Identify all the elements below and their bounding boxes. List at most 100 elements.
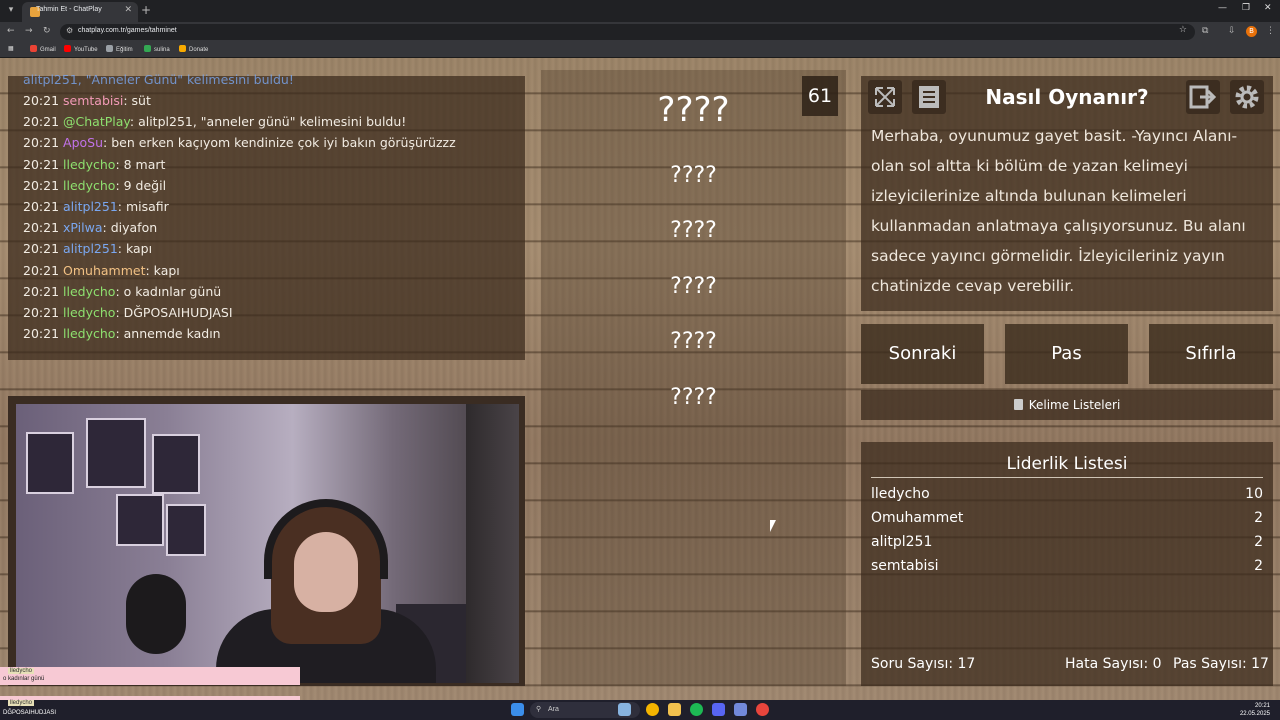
chat-username[interactable]: Omuhammet: [63, 263, 145, 278]
pass-button[interactable]: Pas: [1005, 324, 1128, 384]
address-bar[interactable]: ⚙ chatplay.com.tr/games/tahminet ☆: [60, 24, 1195, 40]
poster-3: [116, 494, 164, 546]
chat-message: 20:21 semtabisi: süt: [23, 93, 151, 108]
game-page: alitpl251, "Anneler Günü" kelimesini bul…: [0, 58, 1280, 700]
pass-count: Pas Sayısı: 17: [1173, 656, 1269, 672]
maximize-icon[interactable]: ❐: [1242, 3, 1250, 13]
bookmark-egitim[interactable]: Eğitim: [106, 45, 133, 53]
chat-time: 20:21: [23, 305, 60, 320]
howto-text: Merhaba, oyunumuz gayet basit. -Yayıncı …: [871, 127, 1246, 295]
minimize-icon[interactable]: —: [1218, 3, 1227, 13]
chat-username[interactable]: lledycho: [63, 157, 115, 172]
extensions-icon[interactable]: ⧉: [1202, 26, 1208, 36]
clock-date: 22.05.2025: [1239, 711, 1270, 717]
chat-text: : annemde kadın: [115, 326, 221, 342]
chat-text: : ben erken kaçıyom kendinize çok iyi ba…: [103, 135, 456, 151]
menu-icon[interactable]: ⋮: [1266, 26, 1275, 36]
bookmark-youtube[interactable]: YouTube: [64, 45, 98, 53]
overlay-username: lledycho: [8, 668, 35, 674]
clock-time: 20:21: [1254, 703, 1270, 709]
chat-partial-line: alitpl251, "Anneler Günü" kelimesini bul…: [23, 72, 294, 87]
taskbar-clock[interactable]: 20:21 22.05.2025: [1240, 702, 1270, 718]
chat-username[interactable]: @ChatPlay: [63, 114, 130, 129]
poster-2: [152, 434, 200, 494]
search-placeholder: Ara: [548, 706, 559, 713]
next-button[interactable]: Sonraki: [861, 324, 984, 384]
leaderboard-name: Omuhammet: [871, 510, 964, 526]
chat-username[interactable]: lledycho: [63, 326, 115, 341]
discord-icon[interactable]: [734, 703, 747, 716]
chat-overlay: lledycho o kadınlar günü: [0, 667, 300, 685]
chat-text: : 8 mart: [115, 156, 166, 172]
forward-icon[interactable]: →: [25, 26, 33, 36]
chat-username[interactable]: lledycho: [63, 178, 115, 193]
book-icon: [1013, 399, 1023, 410]
chat-username[interactable]: ApoSu: [63, 135, 103, 150]
chat-username[interactable]: semtabisi: [63, 93, 123, 108]
leaderboard-name: semtabisi: [871, 558, 939, 574]
chat-username[interactable]: alitpl251: [63, 241, 118, 256]
back-icon[interactable]: ←: [7, 26, 15, 36]
chat-message: 20:21 @ChatPlay: alitpl251, "anneler gün…: [23, 114, 406, 129]
tab-close-icon[interactable]: ✕: [124, 5, 132, 15]
chat-text: : kapı: [117, 241, 153, 257]
leaderboard-score: 2: [1254, 534, 1263, 550]
tab-search-icon[interactable]: ▾: [4, 3, 18, 17]
bookmark-sulina[interactable]: sulina: [144, 45, 170, 53]
site-info-icon[interactable]: ⚙: [66, 26, 73, 35]
poster-star: [26, 432, 74, 494]
bookmark-star-icon[interactable]: ☆: [1179, 25, 1187, 35]
bookmarks-bar: ▦ Gmail YouTube Eğitim sulina Donate: [0, 42, 1280, 58]
reload-icon[interactable]: ↻: [43, 26, 51, 36]
apps-icon[interactable]: ▦: [8, 45, 14, 52]
overlay-message: DĞPOSAIHUDJASI: [3, 710, 57, 716]
start-icon[interactable]: [511, 703, 524, 716]
chat-message: 20:21 lledycho: annemde kadın: [23, 326, 221, 341]
mouse-cursor-icon: [770, 520, 776, 532]
file-explorer-icon[interactable]: [668, 703, 681, 716]
spotify-icon[interactable]: [690, 703, 703, 716]
chat-message: 20:21 ApoSu: ben erken kaçıyom kendinize…: [23, 135, 456, 150]
fullscreen-icon[interactable]: [868, 80, 902, 114]
address-url: chatplay.com.tr/games/tahminet: [78, 27, 177, 34]
chrome-icon[interactable]: [646, 703, 659, 716]
browser-tab[interactable]: Tahmin Et - ChatPlay ✕: [22, 2, 138, 22]
reset-button[interactable]: Sıfırla: [1149, 324, 1273, 384]
tab-title: Tahmin Et - ChatPlay: [36, 6, 102, 13]
notes-icon[interactable]: [912, 80, 946, 114]
folder-icon: [106, 45, 113, 52]
chat-text: : misafir: [117, 199, 169, 214]
chat-time: 20:21: [23, 135, 60, 151]
chat-overlay-bottom: lledycho DĞPOSAIHUDJASI: [0, 700, 300, 720]
forbidden-word: ????: [670, 385, 717, 410]
bookmark-donate[interactable]: Donate: [179, 45, 208, 53]
settings-icon[interactable]: [1230, 80, 1264, 114]
word-lists-button[interactable]: Kelime Listeleri: [861, 390, 1273, 420]
new-tab-icon[interactable]: +: [141, 3, 151, 17]
close-window-icon[interactable]: ✕: [1264, 3, 1272, 13]
forbidden-word: ????: [670, 329, 717, 354]
leaderboard-row: semtabisi 2: [871, 558, 1263, 574]
chrome-alt-icon[interactable]: [756, 703, 769, 716]
exit-icon[interactable]: [1186, 80, 1220, 114]
chat-message: 20:21 alitpl251: kapı: [23, 241, 152, 256]
bookmark-gmail[interactable]: Gmail: [30, 45, 56, 53]
overlay-message: o kadınlar günü: [3, 676, 45, 682]
chat-time: 20:21: [23, 326, 60, 342]
chat-username[interactable]: lledycho: [63, 305, 115, 320]
weather-icon[interactable]: [618, 703, 631, 716]
browser-tabbar: ▾ Tahmin Et - ChatPlay ✕ + — ❐ ✕: [0, 0, 1280, 22]
chat-username[interactable]: lledycho: [63, 284, 115, 299]
leaderboard-name: lledycho: [871, 486, 930, 502]
profile-avatar[interactable]: B: [1246, 26, 1257, 37]
leaderboard-row: lledycho 10: [871, 486, 1263, 502]
chat-message: 20:21 Omuhammet: kapı: [23, 263, 180, 278]
chat-username[interactable]: alitpl251: [63, 199, 118, 214]
chat-time: 20:21: [23, 156, 60, 172]
chat-time: 20:21: [23, 177, 60, 193]
downloads-icon[interactable]: ⇩: [1228, 26, 1236, 36]
chat-username[interactable]: xPilwa: [63, 220, 103, 235]
chat-message: 20:21 lledycho: 9 değil: [23, 178, 166, 193]
leaderboard-score: 2: [1254, 510, 1263, 526]
app-icon[interactable]: [712, 703, 725, 716]
